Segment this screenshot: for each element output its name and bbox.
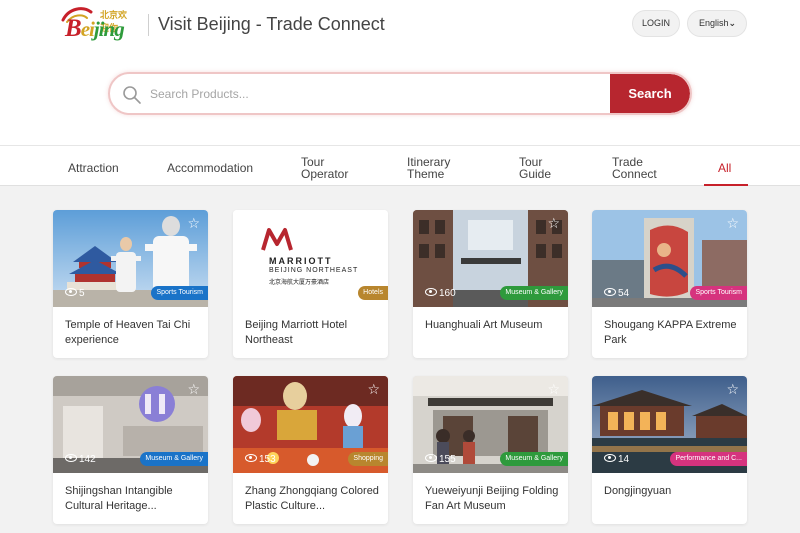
eye-icon (65, 288, 77, 296)
product-card[interactable]: MARRIOTT BEIJING NORTHEAST 北京海航大厦万豪酒店 Ho… (233, 210, 388, 358)
tab-tour-operator[interactable]: Tour Operator (301, 156, 361, 180)
title-divider (148, 14, 149, 36)
category-badge: Museum & Gallery (140, 452, 208, 466)
product-card[interactable]: ☆ 160 Museum & Gallery Huanghuali Art Mu… (413, 210, 568, 358)
category-badge: Museum & Gallery (500, 452, 568, 466)
header: 北京欢迎你 Beijing Visit Beijing - Trade Conn… (0, 0, 800, 145)
view-count: 142 (65, 454, 96, 465)
language-selector[interactable]: English ⌄ (687, 10, 747, 37)
category-tabs: Attraction Accommodation Tour Operator I… (0, 145, 800, 186)
category-badge: Hotels (358, 286, 388, 300)
product-card[interactable]: ☆ 54 Sports Tourism Shougang KAPPA Extre… (592, 210, 747, 358)
eye-icon (65, 454, 77, 462)
product-card[interactable]: ☆ 153 Shopping Zhang Zhongqiang Colored … (233, 376, 388, 524)
card-title: Yueweiyunji Beijing Folding Fan Art Muse… (425, 485, 559, 512)
favorite-star-icon[interactable]: ☆ (726, 215, 739, 232)
search-input[interactable] (150, 74, 610, 113)
tab-trade-connect[interactable]: Trade Connect (612, 156, 662, 180)
search-button[interactable]: Search (610, 74, 690, 113)
category-badge: Museum & Gallery (500, 286, 568, 300)
category-badge: Shopping (348, 452, 388, 466)
active-tab-indicator (704, 184, 748, 186)
eye-icon (604, 288, 616, 296)
card-title: Shougang KAPPA Extreme Park (604, 319, 737, 346)
marriott-brand: MARRIOTT (269, 256, 333, 266)
logo-english-text: Beijing (65, 15, 125, 42)
view-count: 155 (425, 454, 456, 465)
tab-accommodation[interactable]: Accommodation (167, 162, 253, 174)
tab-attraction[interactable]: Attraction (68, 162, 119, 174)
favorite-star-icon[interactable]: ☆ (547, 381, 560, 398)
card-title: Zhang Zhongqiang Colored Plastic Culture… (245, 485, 379, 512)
search-bar: Search (108, 72, 692, 115)
favorite-star-icon[interactable]: ☆ (187, 381, 200, 398)
eye-icon (245, 454, 257, 462)
view-count: 5 (65, 288, 85, 299)
product-card[interactable]: ☆ 142 Museum & Gallery Shijingshan Intan… (53, 376, 208, 524)
view-count: 14 (604, 454, 629, 465)
language-label: English (699, 18, 729, 28)
card-title: Beijing Marriott Hotel Northeast (245, 319, 348, 346)
eye-icon (604, 454, 616, 462)
card-title: Temple of Heaven Tai Chi experience (65, 319, 191, 346)
tab-all[interactable]: All (718, 162, 731, 174)
category-badge: Sports Tourism (690, 286, 747, 300)
chevron-down-icon: ⌄ (728, 18, 736, 28)
card-title: Shijingshan Intangible Cultural Heritage… (65, 485, 173, 512)
favorite-star-icon[interactable]: ☆ (187, 215, 200, 232)
beijing-logo[interactable]: 北京欢迎你 Beijing (57, 4, 135, 42)
category-badge: Sports Tourism (151, 286, 208, 300)
favorite-star-icon[interactable]: ☆ (547, 215, 560, 232)
tab-itinerary-theme[interactable]: Itinerary Theme (407, 156, 467, 180)
eye-icon (425, 454, 437, 462)
favorite-star-icon[interactable]: ☆ (726, 381, 739, 398)
tab-tour-guide[interactable]: Tour Guide (519, 156, 559, 180)
product-card[interactable]: ☆ 5 Sports Tourism Temple of Heaven Tai … (53, 210, 208, 358)
site-title: Visit Beijing - Trade Connect (158, 14, 385, 34)
search-icon (123, 86, 141, 104)
category-badge: Performance and C... (670, 452, 747, 466)
marriott-chinese-name: 北京海航大厦万豪酒店 (269, 279, 330, 286)
product-card[interactable]: ☆ 14 Performance and C... Dongjingyuan (592, 376, 747, 524)
login-button[interactable]: LOGIN (632, 10, 680, 37)
view-count: 54 (604, 288, 629, 299)
card-title: Huanghuali Art Museum (425, 319, 543, 331)
marriott-location: BEIJING NORTHEAST (269, 267, 359, 274)
favorite-star-icon[interactable]: ☆ (367, 381, 380, 398)
product-card[interactable]: ☆ 155 Museum & Gallery Yueweiyunji Beiji… (413, 376, 568, 524)
eye-icon (425, 288, 437, 296)
view-count: 160 (425, 288, 456, 299)
view-count: 153 (245, 454, 276, 465)
card-title: Dongjingyuan (604, 485, 672, 497)
